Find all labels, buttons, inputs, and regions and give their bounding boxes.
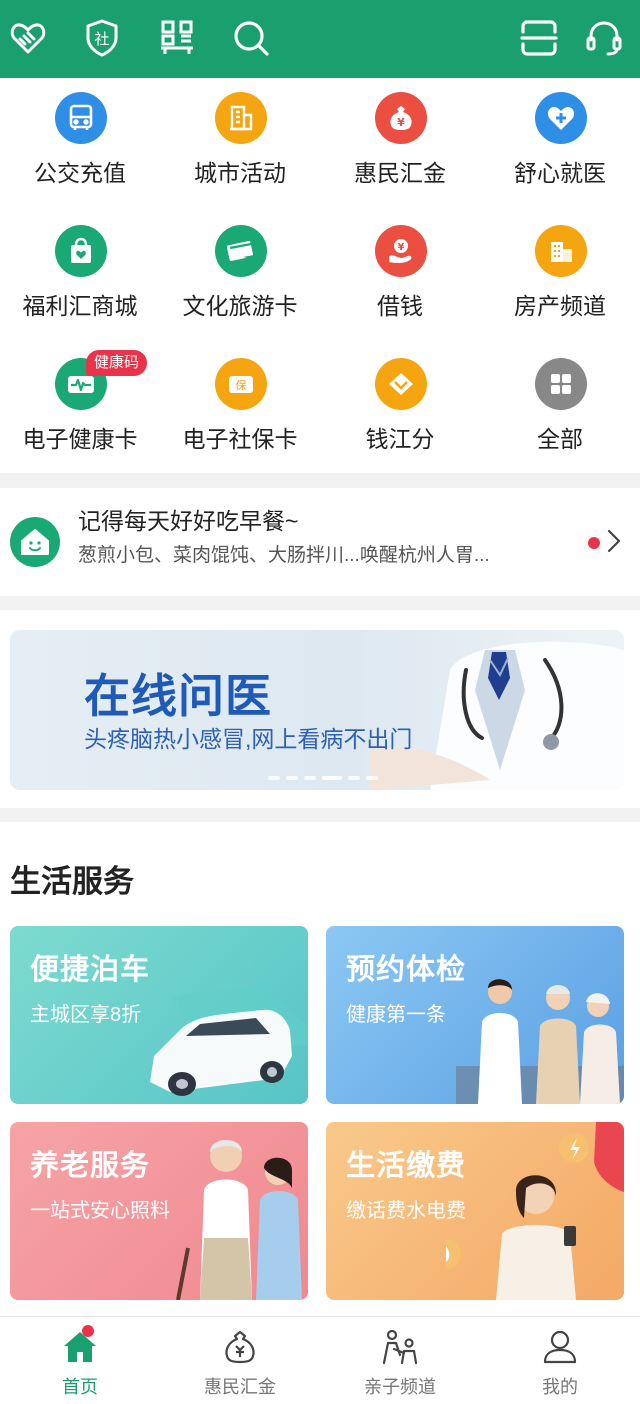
notice-card[interactable]: 记得每天好好吃早餐~ 葱煎小包、菜肉馄饨、大肠拌川...唤醒杭州人胃...	[0, 488, 640, 596]
card-title: 预约体检	[346, 954, 467, 986]
yuan-glyph: ¥	[398, 242, 405, 253]
card-title: 养老服务	[30, 1150, 151, 1182]
tab-unread-dot	[82, 1325, 94, 1337]
car-illustration	[150, 986, 308, 1096]
medical-heart-icon	[535, 92, 587, 144]
home-smile-icon	[10, 517, 60, 567]
handshake-icon[interactable]	[4, 14, 52, 62]
section-title: 生活服务	[10, 864, 134, 899]
card-health-checkup[interactable]: 预约体检 健康第一条	[326, 926, 624, 1104]
tab-label: 我的	[542, 1377, 578, 1397]
grid-item-welfare-mall[interactable]: 福利汇商城	[0, 211, 160, 341]
online-doctor-banner[interactable]: 在线问医 头疼脑热小感冒,网上看病不出门	[10, 630, 624, 790]
tab-home[interactable]: 首页	[0, 1317, 160, 1404]
card-parking[interactable]: 便捷泊车 主城区享8折	[10, 926, 308, 1104]
scan-icon[interactable]	[515, 14, 563, 62]
woman-phone-illustration	[446, 1122, 624, 1300]
home-icon	[60, 1327, 100, 1367]
grid-item-qianjiang-points[interactable]: 钱江分	[320, 344, 480, 474]
qr-code-icon[interactable]	[153, 14, 201, 62]
card-subtitle: 缴话费水电费	[346, 1200, 466, 1222]
grid-item-all[interactable]: 全部	[480, 344, 640, 474]
carousel-dot	[304, 776, 316, 780]
money-bag-icon: ¥	[375, 92, 427, 144]
grid-item-label: 借钱	[377, 293, 423, 319]
carousel-dot	[366, 776, 378, 780]
search-icon[interactable]	[227, 14, 275, 62]
user-icon	[540, 1327, 580, 1367]
card-title: 便捷泊车	[30, 954, 151, 986]
banner-section: 在线问医 头疼脑热小感冒,网上看病不出门	[0, 610, 640, 808]
notice-title: 记得每天好好吃早餐~	[78, 508, 299, 534]
all-grid-icon	[535, 358, 587, 410]
grid-item-travel-card[interactable]: 文化旅游卡	[160, 211, 320, 341]
carousel-dot	[286, 776, 298, 780]
social-security-shield-icon[interactable]: 社	[78, 14, 126, 62]
card-subtitle: 一站式安心照料	[30, 1200, 170, 1222]
notice-subtitle: 葱煎小包、菜肉馄饨、大肠拌川...唤醒杭州人胃...	[78, 545, 490, 566]
grid-item-label: 房产频道	[514, 293, 606, 319]
doctor-illustration	[370, 641, 624, 790]
grid-item-label: 惠民汇金	[354, 160, 446, 186]
carousel-indicator	[268, 776, 378, 780]
bottom-tab-bar: 首页 惠民汇金 亲子频道 我的	[0, 1316, 640, 1404]
grid-item-label: 福利汇商城	[22, 293, 138, 319]
social-card-icon: 保	[215, 358, 267, 410]
banner-subtitle: 头疼脑热小感冒,网上看病不出门	[84, 726, 413, 752]
tab-label: 首页	[62, 1377, 98, 1397]
grid-item-social-card[interactable]: 保 电子社保卡	[160, 344, 320, 474]
grid-item-huimin-huijin[interactable]: ¥ 惠民汇金	[320, 78, 480, 208]
function-grid: 公交充值 城市活动 ¥ 惠民汇金 舒心就医 福利汇商城 文化旅游卡 ¥ 借钱 房…	[0, 78, 640, 473]
card-elderly-care[interactable]: 养老服务 一站式安心照料	[10, 1122, 308, 1300]
grid-item-city-activity[interactable]: 城市活动	[160, 78, 320, 208]
top-bar: 社	[0, 0, 640, 78]
chevron-right-icon	[606, 528, 622, 559]
carousel-dot	[268, 776, 280, 780]
card-bill-payment[interactable]: 生活缴费 缴话费水电费	[326, 1122, 624, 1300]
tab-family[interactable]: 亲子频道	[320, 1317, 480, 1404]
grid-item-label: 钱江分	[365, 426, 435, 452]
unread-dot	[588, 537, 600, 549]
shopping-bag-icon	[55, 225, 107, 277]
travel-card-icon	[215, 225, 267, 277]
banner-title: 在线问医	[84, 670, 272, 722]
grid-item-label: 城市活动	[194, 160, 286, 186]
bus-icon	[55, 92, 107, 144]
social-card-glyph: 保	[236, 378, 247, 392]
loan-hand-icon: ¥	[375, 225, 427, 277]
grid-item-real-estate[interactable]: 房产频道	[480, 211, 640, 341]
card-subtitle: 健康第一条	[346, 1004, 446, 1026]
health-code-badge: 健康码	[86, 350, 148, 376]
tab-huimin-huijin[interactable]: 惠民汇金	[160, 1317, 320, 1404]
grid-item-label: 电子健康卡	[22, 426, 138, 452]
house-building-icon	[535, 225, 587, 277]
yuan-glyph: ¥	[397, 116, 405, 129]
grid-item-label: 公交充值	[34, 160, 126, 186]
grid-item-label: 全部	[537, 426, 583, 452]
grid-item-bus-recharge[interactable]: 公交充值	[0, 78, 160, 208]
money-bag-icon	[220, 1327, 260, 1367]
grid-item-label: 电子社保卡	[182, 426, 298, 452]
grid-item-label: 舒心就医	[514, 160, 606, 186]
shield-glyph: 社	[94, 30, 109, 48]
grid-item-medical[interactable]: 舒心就医	[480, 78, 640, 208]
carousel-dot	[348, 776, 360, 780]
family-icon	[380, 1327, 420, 1367]
grid-item-loan[interactable]: ¥ 借钱	[320, 211, 480, 341]
card-subtitle: 主城区享8折	[30, 1004, 142, 1026]
grid-item-health-card[interactable]: 健康码 电子健康卡	[0, 344, 160, 474]
carousel-dot-active	[322, 776, 342, 780]
card-title: 生活缴费	[346, 1150, 467, 1182]
grid-item-label: 文化旅游卡	[182, 293, 298, 319]
elderly-care-illustration	[176, 1140, 302, 1300]
doctor-elderly-illustration	[456, 979, 624, 1104]
diamond-icon	[375, 358, 427, 410]
tab-mine[interactable]: 我的	[480, 1317, 640, 1404]
tab-label: 惠民汇金	[204, 1377, 276, 1397]
tab-label: 亲子频道	[364, 1377, 436, 1397]
customer-service-icon[interactable]	[580, 14, 628, 62]
life-services-section: 生活服务 便捷泊车 主城区享8折 预约体检 健康第一条 养老服务 一站式安心照料…	[0, 822, 640, 1316]
building-icon	[215, 92, 267, 144]
